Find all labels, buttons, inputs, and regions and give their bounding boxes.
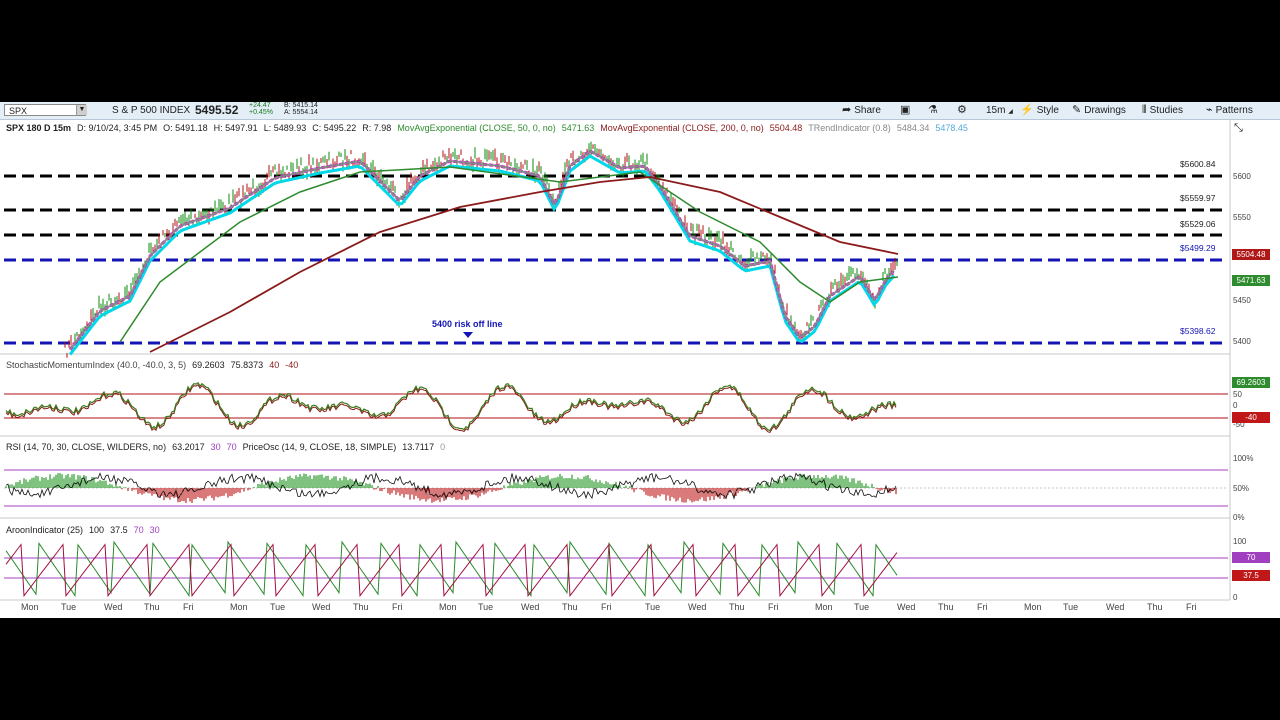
aroon-axis-tick: 100	[1233, 537, 1247, 546]
day-label: Fri	[601, 602, 612, 612]
price-axis-tick: 5450	[1233, 296, 1251, 305]
level-label-5560: $5559.97	[1180, 193, 1216, 203]
day-label: Thu	[353, 602, 369, 612]
day-label: Fri	[768, 602, 779, 612]
day-label: Thu	[144, 602, 160, 612]
smi-axis-tick: 50	[1233, 390, 1242, 399]
day-label: Wed	[312, 602, 331, 612]
day-label: Mon	[815, 602, 833, 612]
aroon-value-4: 30	[149, 525, 160, 535]
level-label-5398: $5398.62	[1180, 326, 1216, 336]
rsi-legend[interactable]: RSI (14, 70, 30, CLOSE, WILDERS, no) 63.2…	[6, 441, 451, 453]
rsi-axis-tick: 100%	[1233, 454, 1254, 463]
price-osc-value-2: 0	[440, 442, 446, 452]
rsi-value-2: 30	[210, 442, 221, 452]
level-label-5499: $5499.29	[1180, 243, 1216, 253]
rsi-label: RSI (14, 70, 30, CLOSE, WILDERS, no)	[6, 442, 167, 452]
aroon-value-1: 100	[89, 525, 105, 535]
day-label: Fri	[392, 602, 403, 612]
smi-lower-tag: -40	[1232, 412, 1270, 423]
day-label: Thu	[729, 602, 745, 612]
aroon-down-line	[5, 543, 898, 598]
rsi-value-3: 70	[226, 442, 237, 452]
day-label: Tue	[61, 602, 77, 612]
day-label: Fri	[1186, 602, 1197, 612]
day-label: Tue	[478, 602, 494, 612]
day-label: Thu	[562, 602, 578, 612]
day-label: Tue	[854, 602, 870, 612]
smi-axis-tick: 0	[1233, 401, 1238, 410]
level-label-5529: $5529.06	[1180, 219, 1216, 229]
aroon-value-3: 70	[133, 525, 144, 535]
price-axis-tick: 5400	[1233, 337, 1251, 346]
smi-line	[5, 381, 897, 432]
aroon-axis-tick: 0	[1233, 593, 1238, 602]
aroon-up-line	[5, 540, 898, 598]
day-label: Wed	[104, 602, 123, 612]
risk-marker-icon	[463, 332, 473, 338]
smi-value-4: -40	[285, 360, 299, 370]
day-label: Mon	[21, 602, 39, 612]
day-label: Tue	[270, 602, 286, 612]
smi-legend[interactable]: StochasticMomentumIndex (40.0, -40.0, 3,…	[6, 359, 304, 371]
day-label: Mon	[1024, 602, 1042, 612]
price-axis-tick: 5600	[1233, 172, 1251, 181]
aroon-lower-tag: 37.5	[1232, 570, 1270, 581]
rsi-axis-tick: 0%	[1233, 513, 1245, 522]
risk-off-annotation[interactable]: 5400 risk off line	[432, 318, 503, 330]
aroon-upper-tag: 70	[1232, 552, 1270, 563]
day-label: Wed	[688, 602, 707, 612]
aroon-legend[interactable]: AroonIndicator (25) 100 37.5 70 30	[6, 524, 166, 536]
smi-signal-line	[5, 384, 897, 433]
day-label: Fri	[183, 602, 194, 612]
ema200-price-tag: 5504.48	[1232, 249, 1270, 260]
day-label: Wed	[521, 602, 540, 612]
price-axis-tick: 5550	[1233, 213, 1251, 222]
price-osc-value-1: 13.7117	[402, 442, 435, 452]
day-label: Tue	[645, 602, 661, 612]
day-label: Tue	[1063, 602, 1079, 612]
rsi-value-1: 63.2017	[172, 442, 205, 452]
day-label: Fri	[977, 602, 988, 612]
aroon-value-2: 37.5	[110, 525, 128, 535]
level-label-5600: $5600.84	[1180, 159, 1216, 169]
smi-label: StochasticMomentumIndex (40.0, -40.0, 3,…	[6, 360, 187, 370]
smi-value-3: 40	[269, 360, 280, 370]
day-label: Wed	[897, 602, 916, 612]
ema200-line	[149, 176, 899, 353]
day-label: Thu	[1147, 602, 1163, 612]
ema50-price-tag: 5471.63	[1232, 275, 1270, 286]
aroon-label: AroonIndicator (25)	[6, 525, 84, 535]
day-label: Mon	[230, 602, 248, 612]
rsi-axis-tick: 50%	[1233, 484, 1250, 493]
trading-chart-app: SPX ▼ S & P 500 INDEX 5495.52 +24.47 +0.…	[0, 102, 1280, 618]
price-osc-label: PriceOsc (14, 9, CLOSE, 18, SIMPLE)	[242, 442, 397, 452]
day-label: Mon	[439, 602, 457, 612]
day-label: Wed	[1106, 602, 1125, 612]
smi-value-tag: 69.2603	[1232, 377, 1270, 388]
day-label: Thu	[938, 602, 954, 612]
smi-value-1: 69.2603	[192, 360, 225, 370]
smi-value-2: 75.8373	[230, 360, 264, 370]
